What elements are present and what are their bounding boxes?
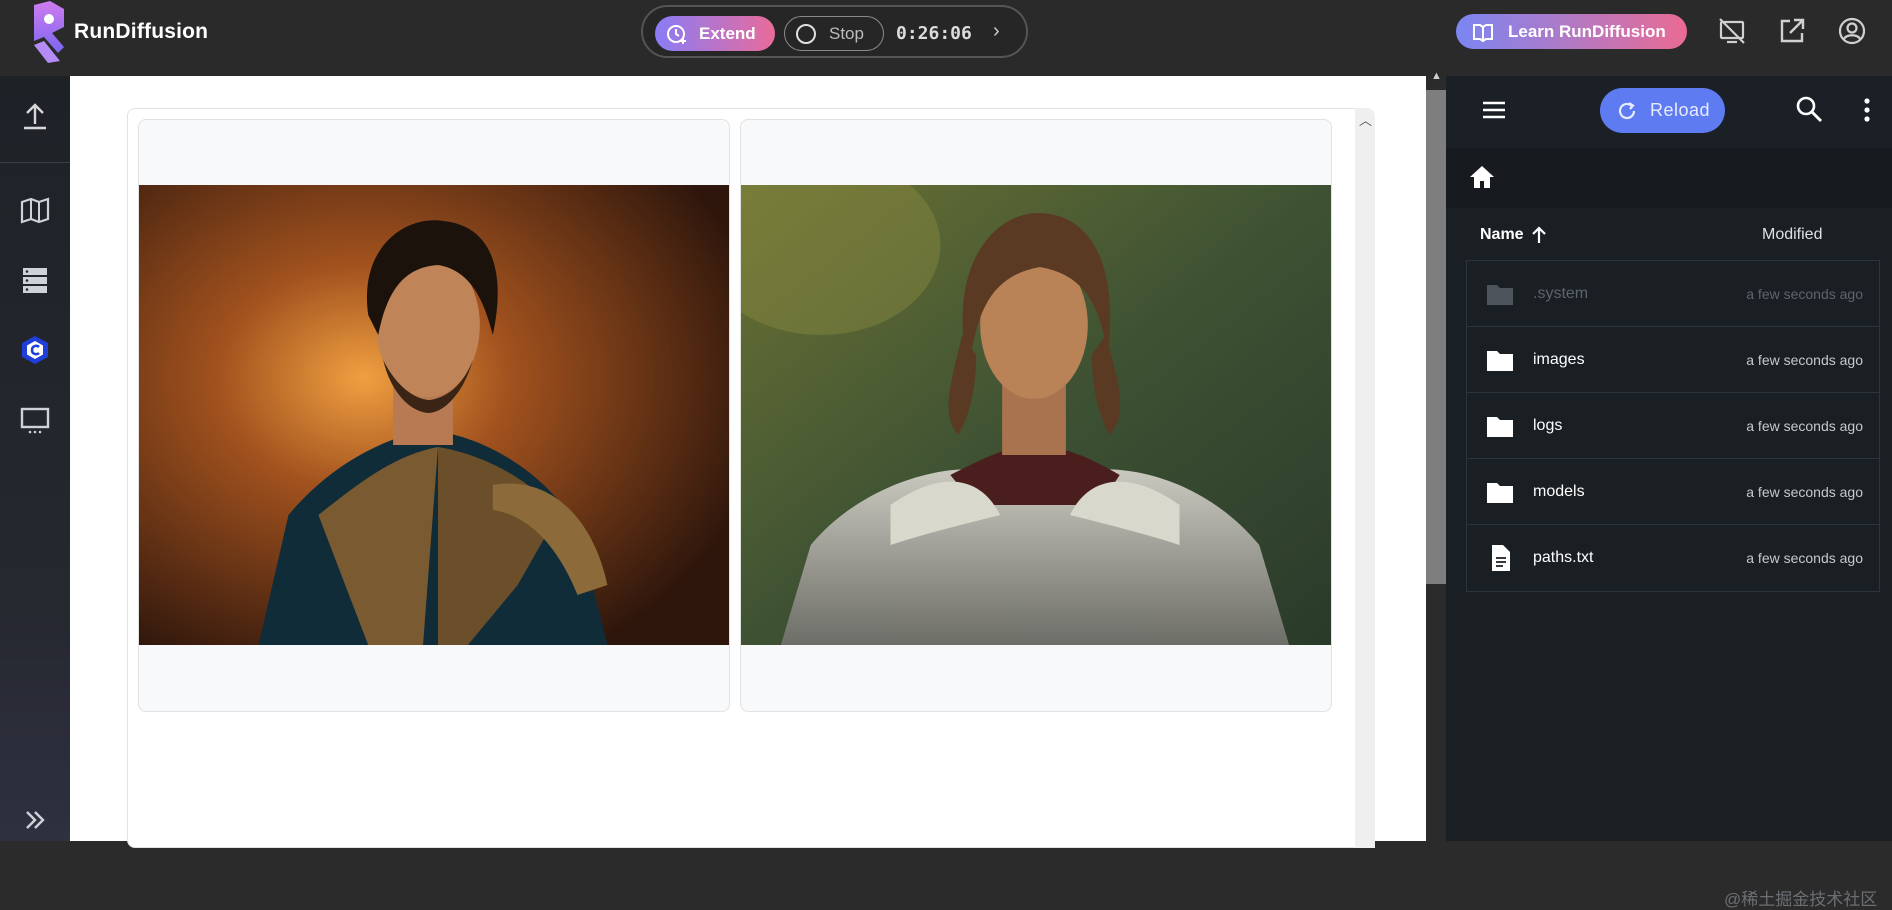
- chevrons-right-icon[interactable]: [19, 804, 51, 836]
- folder-icon: [1487, 351, 1513, 371]
- list-item[interactable]: paths.txt a few seconds ago: [1467, 525, 1879, 591]
- app-logo[interactable]: RunDiffusion: [30, 0, 208, 64]
- session-controls: Extend Stop 0:26:06 ›: [641, 5, 1028, 58]
- list-item[interactable]: .system a few seconds ago: [1467, 261, 1879, 327]
- extend-button[interactable]: Extend: [655, 16, 775, 51]
- clock-plus-icon: [667, 24, 686, 44]
- file-modified: a few seconds ago: [1746, 484, 1863, 500]
- app-name: RunDiffusion: [74, 20, 209, 43]
- reload-label: Reload: [1650, 100, 1711, 120]
- generated-image-1[interactable]: [139, 185, 729, 645]
- list-item[interactable]: models a few seconds ago: [1467, 459, 1879, 525]
- menu-icon[interactable]: [1480, 96, 1508, 124]
- gallery-card[interactable]: [138, 119, 730, 712]
- list-item[interactable]: logs a few seconds ago: [1467, 393, 1879, 459]
- scrollbar-thumb[interactable]: [1426, 90, 1446, 584]
- extend-label: Extend: [699, 23, 756, 43]
- monitor-icon[interactable]: [19, 404, 51, 436]
- generated-image-2[interactable]: [741, 185, 1331, 645]
- home-icon[interactable]: [1468, 164, 1496, 190]
- server-icon[interactable]: [19, 264, 51, 296]
- chevron-up-icon[interactable]: ︿: [1359, 110, 1372, 129]
- search-icon[interactable]: [1794, 94, 1824, 124]
- file-manager-toolbar: Reload: [1446, 76, 1892, 148]
- file-modified: a few seconds ago: [1746, 352, 1863, 368]
- file-text-icon: [1492, 545, 1510, 571]
- file-modified: a few seconds ago: [1746, 418, 1863, 434]
- list-item[interactable]: images a few seconds ago: [1467, 327, 1879, 393]
- folder-icon: [1487, 285, 1513, 305]
- open-external-icon[interactable]: [1777, 16, 1807, 46]
- file-name: logs: [1533, 417, 1563, 434]
- reload-button[interactable]: Reload: [1600, 88, 1725, 133]
- image-gallery: [127, 108, 1367, 848]
- file-manager-panel: Reload Name Modified .system a few secon…: [1446, 76, 1892, 909]
- stop-circle-icon: [796, 23, 816, 44]
- file-name: .system: [1533, 285, 1589, 302]
- file-modified: a few seconds ago: [1746, 286, 1863, 302]
- book-icon: [1473, 23, 1493, 42]
- account-icon[interactable]: [1837, 16, 1867, 46]
- left-sidebar: [0, 76, 70, 841]
- main-content: ︿: [70, 76, 1426, 848]
- book-open-icon[interactable]: [19, 194, 51, 226]
- file-name: paths.txt: [1533, 549, 1594, 566]
- file-list: .system a few seconds ago images a few s…: [1466, 260, 1880, 592]
- chevron-right-icon[interactable]: ›: [993, 20, 1000, 43]
- breadcrumb: [1446, 148, 1892, 208]
- rundiffusion-logo-icon: [34, 1, 64, 63]
- scroll-up-arrow-icon[interactable]: ▲: [1431, 70, 1442, 82]
- learn-label: Learn RunDiffusion: [1508, 21, 1666, 41]
- learn-rundiffusion-button[interactable]: Learn RunDiffusion: [1456, 14, 1687, 49]
- upload-icon[interactable]: [19, 100, 51, 132]
- refresh-icon: [1618, 101, 1636, 119]
- column-name-header[interactable]: Name: [1480, 226, 1524, 244]
- stop-button[interactable]: Stop: [784, 16, 884, 51]
- comfy-app-icon[interactable]: [19, 334, 51, 366]
- file-modified: a few seconds ago: [1746, 550, 1863, 566]
- more-vertical-icon[interactable]: [1860, 96, 1874, 124]
- sort-arrow-up-icon[interactable]: [1530, 225, 1548, 245]
- file-name: models: [1533, 483, 1585, 500]
- gallery-card[interactable]: [740, 119, 1332, 712]
- page-scrollbar[interactable]: ▲: [1426, 70, 1446, 841]
- column-modified-header[interactable]: Modified: [1762, 226, 1822, 244]
- folder-icon: [1487, 483, 1513, 503]
- folder-icon: [1487, 417, 1513, 437]
- screen-off-icon[interactable]: [1717, 16, 1747, 46]
- sidebar-divider: [0, 162, 70, 163]
- file-list-header: Name Modified: [1446, 208, 1892, 263]
- watermark: @稀土掘金技术社区: [1724, 890, 1878, 909]
- session-timer: 0:26:06: [896, 23, 972, 44]
- gallery-scrollbar[interactable]: ︿: [1355, 108, 1375, 848]
- stop-label: Stop: [829, 23, 864, 43]
- file-name: images: [1533, 351, 1585, 368]
- top-bar: RunDiffusion Extend Stop 0:26:06 › Learn…: [0, 0, 1892, 76]
